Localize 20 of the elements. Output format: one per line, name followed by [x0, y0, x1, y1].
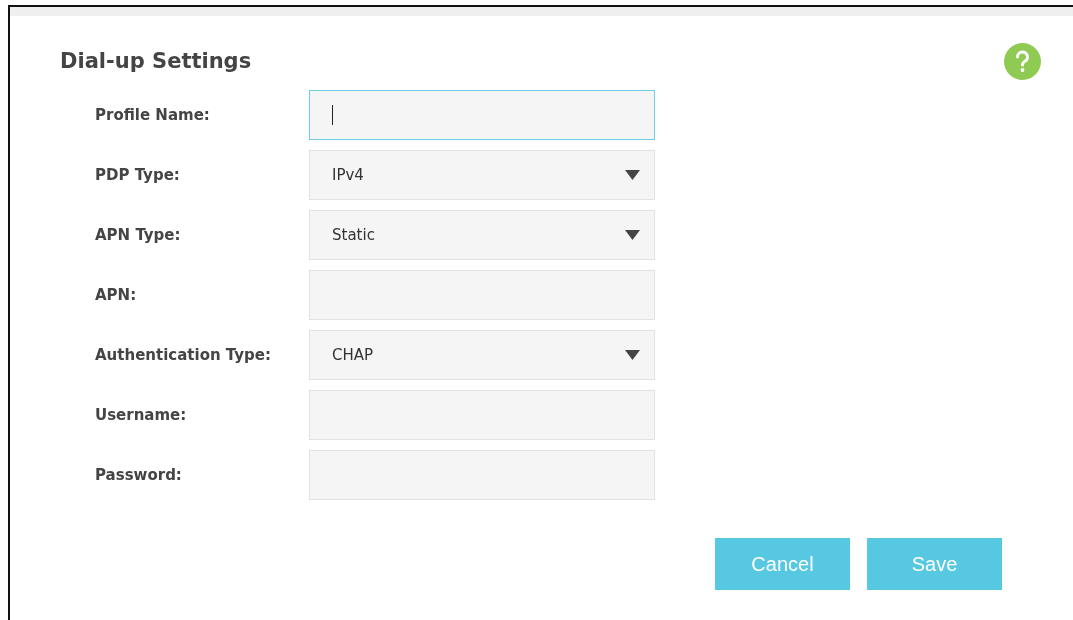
- help-icon[interactable]: [1004, 42, 1041, 80]
- dropdown-arrow-icon: [625, 350, 640, 360]
- text-field[interactable]: [309, 270, 655, 320]
- field-label: Username:: [94, 406, 188, 424]
- text-field[interactable]: [309, 90, 655, 140]
- text-field[interactable]: [309, 450, 655, 500]
- field-label: Password:: [94, 466, 183, 484]
- field-label: APN Type:: [94, 226, 182, 244]
- dropdown-arrow-icon: [625, 230, 640, 240]
- dropdown-field[interactable]: IPv4: [309, 150, 655, 200]
- dropdown-field[interactable]: Static: [309, 210, 655, 260]
- text-field[interactable]: [309, 390, 655, 440]
- field-label: APN:: [94, 286, 138, 304]
- panel-title: Dial-up Settings: [60, 49, 252, 73]
- field-label: Authentication Type:: [94, 346, 272, 364]
- text-cursor: [332, 105, 333, 125]
- field-label: Profile Name:: [94, 106, 211, 124]
- dropdown-field[interactable]: CHAP: [309, 330, 655, 380]
- dropdown-arrow-icon: [625, 170, 640, 180]
- field-label: PDP Type:: [94, 166, 181, 184]
